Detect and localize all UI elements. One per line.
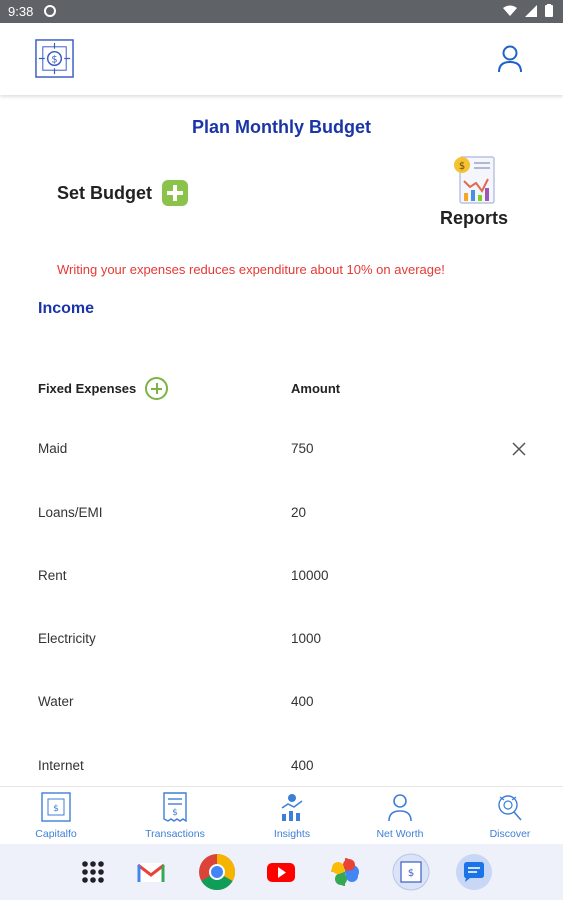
system-dock: $ xyxy=(0,844,563,900)
signal-icon xyxy=(525,4,537,17)
amount-column-header: Amount xyxy=(291,381,341,396)
fixed-expenses-label: Fixed Expenses xyxy=(38,381,137,396)
expense-name[interactable]: Electricity xyxy=(38,631,96,646)
apps-grid-icon[interactable] xyxy=(76,855,110,889)
nav-label: Discover xyxy=(489,828,531,840)
expense-name[interactable]: Loans/EMI xyxy=(38,505,103,520)
nav-label: Transactions xyxy=(145,828,205,840)
set-budget-button[interactable]: Set Budget xyxy=(57,180,189,206)
nav-label: Net Worth xyxy=(376,828,424,840)
table-row: Rent 10000 xyxy=(38,564,538,588)
messages-icon[interactable] xyxy=(455,853,493,891)
expense-amount[interactable]: 20 xyxy=(291,505,306,520)
expense-name[interactable]: Internet xyxy=(38,758,84,773)
expense-name[interactable]: Maid xyxy=(38,441,67,456)
svg-text:$: $ xyxy=(408,868,414,879)
expense-amount[interactable]: 400 xyxy=(291,694,314,709)
nav-item-transactions[interactable]: $ Transactions xyxy=(125,792,225,840)
fixed-expenses-header: Fixed Expenses Amount xyxy=(38,377,538,401)
close-icon[interactable] xyxy=(512,442,526,456)
page-title: Plan Monthly Budget xyxy=(192,117,371,137)
chrome-icon[interactable] xyxy=(198,853,236,891)
status-icons xyxy=(503,4,553,17)
app-header: $ xyxy=(0,23,563,95)
reports-button[interactable]: $ Reports xyxy=(438,155,510,229)
table-row: Maid 750 xyxy=(38,437,538,461)
svg-text:$: $ xyxy=(459,161,465,172)
nav-item-capitalfo[interactable]: $ Capitalfo xyxy=(6,792,106,840)
person-icon xyxy=(388,794,412,822)
status-bar: 9:38 xyxy=(0,0,563,23)
svg-text:$: $ xyxy=(51,54,57,65)
tip-text: Writing your expenses reduces expenditur… xyxy=(57,262,445,277)
receipt-icon: $ xyxy=(163,792,187,822)
capitalfo-logo-icon[interactable]: $ xyxy=(35,39,74,78)
set-budget-label: Set Budget xyxy=(57,182,153,203)
photos-icon[interactable] xyxy=(328,855,362,889)
nav-item-net-worth[interactable]: Net Worth xyxy=(350,792,450,840)
discover-icon xyxy=(498,795,522,821)
svg-text:$: $ xyxy=(172,808,178,818)
add-icon[interactable] xyxy=(162,180,189,206)
reports-label: Reports xyxy=(439,208,508,228)
income-label[interactable]: Income xyxy=(38,300,94,318)
table-row: Water 400 xyxy=(38,690,538,714)
expense-amount[interactable]: 1000 xyxy=(291,631,321,646)
table-row: Loans/EMI 20 xyxy=(38,501,538,525)
reports-icon: $ xyxy=(454,156,495,204)
gmail-icon[interactable] xyxy=(134,855,168,889)
notification-icon xyxy=(44,5,56,17)
profile-icon[interactable] xyxy=(497,45,523,73)
expense-amount[interactable]: 10000 xyxy=(291,568,329,583)
svg-text:$: $ xyxy=(53,804,59,814)
bottom-navigation: $ Capitalfo $ Transactions Insights Net … xyxy=(0,786,563,844)
expense-amount[interactable]: 400 xyxy=(291,758,314,773)
status-time: 9:38 xyxy=(8,4,34,19)
nav-label: Capitalfo xyxy=(35,828,77,840)
nav-item-insights[interactable]: Insights xyxy=(242,792,342,840)
wifi-icon xyxy=(503,5,517,16)
table-row: Electricity 1000 xyxy=(38,627,538,651)
add-expense-icon[interactable] xyxy=(145,377,168,400)
expense-name[interactable]: Rent xyxy=(38,568,67,583)
capitalfo-icon[interactable]: $ xyxy=(392,853,430,891)
expense-name[interactable]: Water xyxy=(38,694,74,709)
insights-icon xyxy=(281,794,303,821)
youtube-icon[interactable] xyxy=(264,855,298,889)
nav-item-discover[interactable]: Discover xyxy=(460,792,560,840)
battery-icon xyxy=(545,4,553,17)
capitalfo-icon: $ xyxy=(41,792,71,822)
table-row: Internet 400 xyxy=(38,754,538,778)
expense-amount[interactable]: 750 xyxy=(291,441,314,456)
nav-label: Insights xyxy=(273,828,311,840)
